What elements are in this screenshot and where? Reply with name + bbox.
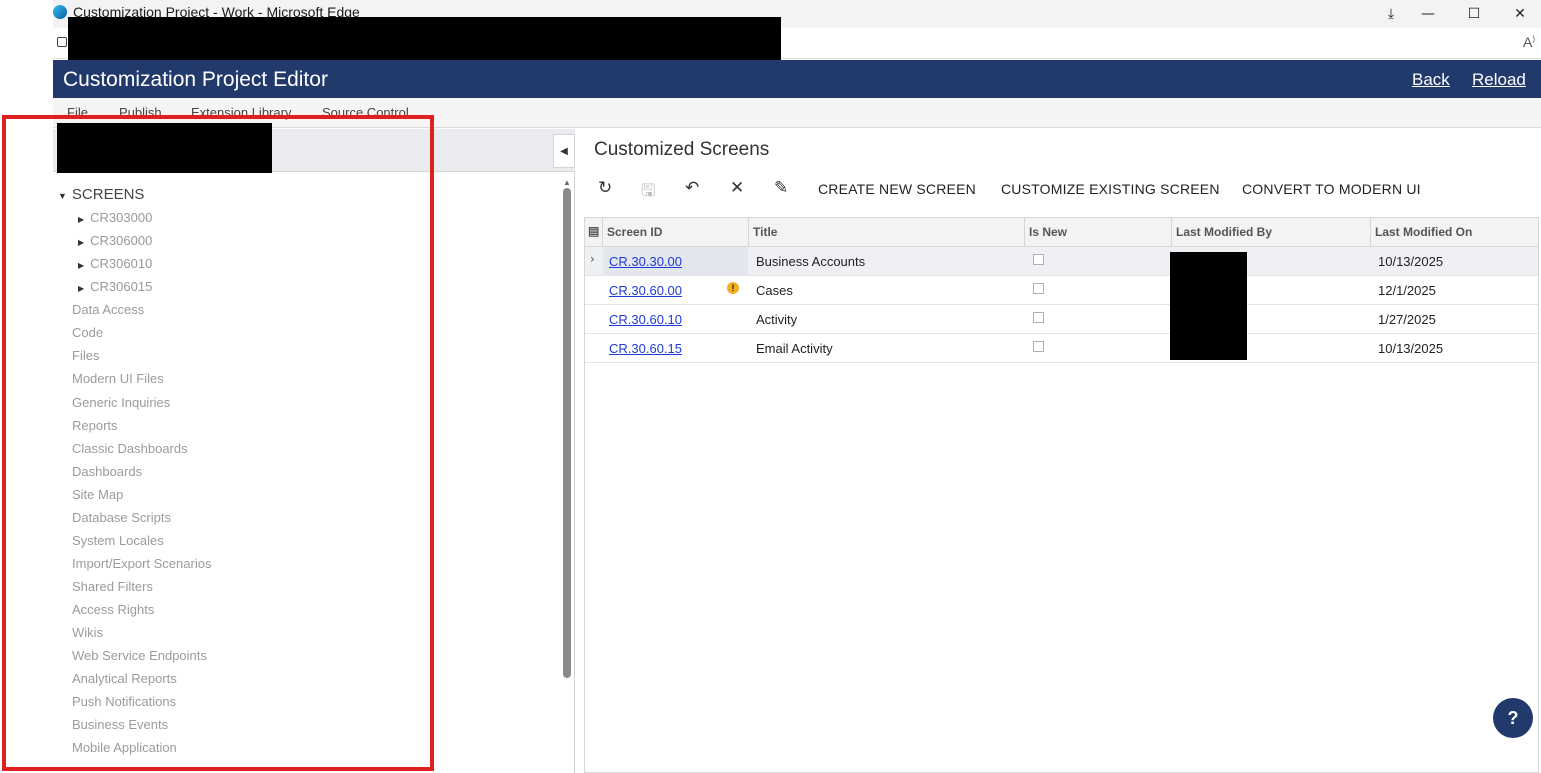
- tree-node-web-service-endpoints[interactable]: Web Service Endpoints: [72, 648, 207, 663]
- menu-file[interactable]: File: [67, 105, 88, 120]
- tree-node-access-rights[interactable]: Access Rights: [72, 602, 154, 617]
- tree-node-files[interactable]: Files: [72, 348, 99, 363]
- close-button[interactable]: ✕: [1497, 0, 1541, 28]
- column-header-last-modified-by[interactable]: Last Modified By: [1176, 225, 1272, 239]
- tree-node-code[interactable]: Code: [72, 325, 103, 340]
- redaction-bar: [57, 123, 272, 173]
- tree-node-database-scripts[interactable]: Database Scripts: [72, 510, 171, 525]
- is-new-checkbox[interactable]: [1033, 312, 1044, 323]
- edge-icon: [53, 5, 67, 19]
- is-new-checkbox[interactable]: [1033, 283, 1044, 294]
- lock-icon: [57, 37, 67, 47]
- tree-node-screen[interactable]: ▶ CR306010: [78, 256, 152, 271]
- screen-id-link[interactable]: CR.30.60.10: [609, 312, 682, 327]
- tree-node-site-map[interactable]: Site Map: [72, 487, 123, 502]
- is-new-checkbox[interactable]: [1033, 254, 1044, 265]
- screen-id-link[interactable]: CR.30.30.00: [609, 254, 682, 269]
- tree-node-classic-dashboards[interactable]: Classic Dashboards: [72, 441, 188, 456]
- convert-to-modern-ui-button[interactable]: CONVERT TO MODERN UI: [1242, 181, 1421, 197]
- row-selector-icon[interactable]: ›: [590, 252, 595, 266]
- last-modified-on: 1/27/2025: [1378, 312, 1436, 327]
- column-header-is-new[interactable]: Is New: [1029, 225, 1067, 239]
- table-row[interactable]: CR.30.60.15 Email Activity 10/13/2025: [585, 334, 1538, 363]
- is-new-checkbox[interactable]: [1033, 341, 1044, 352]
- tree-node-system-locales[interactable]: System Locales: [72, 533, 164, 548]
- table-row[interactable]: CR.30.60.00 ! Cases 12/1/2025: [585, 276, 1538, 305]
- tree-node-shared-filters[interactable]: Shared Filters: [72, 579, 153, 594]
- section-title: Customized Screens: [594, 139, 770, 160]
- delete-icon[interactable]: ✕: [730, 178, 744, 198]
- screen-title: Cases: [756, 283, 793, 298]
- undo-icon[interactable]: ↶: [685, 178, 699, 198]
- save-icon[interactable]: 🖫: [641, 178, 655, 207]
- caret-down-icon[interactable]: ▼: [58, 191, 67, 201]
- last-modified-on: 10/13/2025: [1378, 341, 1444, 356]
- table-row[interactable]: CR.30.60.10 Activity 1/27/2025: [585, 305, 1538, 334]
- scrollbar-thumb[interactable]: [563, 188, 571, 678]
- app-header: Customization Project Editor Back Reload: [53, 60, 1541, 98]
- edit-icon[interactable]: ✎: [774, 178, 788, 198]
- column-chooser-icon[interactable]: ▤: [588, 224, 599, 238]
- tree-node-mobile-application[interactable]: Mobile Application: [72, 740, 177, 755]
- grid-header: ▤ Screen ID Title Is New Last Modified B…: [585, 218, 1538, 247]
- table-row[interactable]: › CR.30.30.00 Business Accounts 10/13/20…: [585, 247, 1538, 276]
- last-modified-on: 10/13/2025: [1378, 254, 1444, 269]
- screen-title: Activity: [756, 312, 798, 327]
- tree-node-label: CR306000: [90, 233, 153, 248]
- menu-publish[interactable]: Publish: [119, 105, 162, 120]
- create-new-screen-button[interactable]: CREATE NEW SCREEN: [818, 181, 976, 197]
- reload-link[interactable]: Reload: [1472, 70, 1526, 90]
- tree-node-screens[interactable]: ▼ SCREENS: [58, 186, 144, 203]
- page-title: Customization Project Editor: [63, 68, 328, 91]
- tree-node-reports[interactable]: Reports: [72, 418, 118, 433]
- caret-right-icon[interactable]: ▶: [78, 238, 84, 247]
- redaction-bar: [1170, 252, 1247, 360]
- screen-title: Business Accounts: [756, 254, 866, 269]
- help-chat-button[interactable]: ?: [1493, 698, 1533, 738]
- warning-icon[interactable]: !: [727, 282, 739, 294]
- tree-node-import-export-scenarios[interactable]: Import/Export Scenarios: [72, 556, 211, 571]
- column-header-last-modified-on[interactable]: Last Modified On: [1375, 225, 1472, 239]
- last-modified-on: 12/1/2025: [1378, 283, 1436, 298]
- minimize-button[interactable]: —: [1405, 0, 1451, 28]
- tree-node-analytical-reports[interactable]: Analytical Reports: [72, 671, 177, 686]
- tree-node-label: CR303000: [90, 210, 153, 225]
- tree-node-business-events[interactable]: Business Events: [72, 717, 168, 732]
- tree-node-label: CR306010: [90, 256, 153, 271]
- menu-source-control[interactable]: Source Control: [322, 105, 409, 120]
- customized-screens-grid: ▤ Screen ID Title Is New Last Modified B…: [584, 217, 1539, 773]
- tree-node-push-notifications[interactable]: Push Notifications: [72, 694, 176, 709]
- screen-title: Email Activity: [756, 341, 833, 356]
- caret-right-icon[interactable]: ▶: [78, 261, 84, 270]
- menu-extension-library[interactable]: Extension Library: [191, 105, 291, 120]
- read-aloud-icon[interactable]: A): [1523, 34, 1535, 50]
- menu-bar: File Publish Extension Library Source Co…: [53, 98, 1541, 128]
- customize-existing-screen-button[interactable]: CUSTOMIZE EXISTING SCREEN: [1001, 181, 1220, 197]
- tree-node-label: CR306015: [90, 279, 153, 294]
- tree-node-screen[interactable]: ▶ CR306015: [78, 279, 152, 294]
- back-link[interactable]: Back: [1412, 70, 1450, 90]
- tree-scrollbar[interactable]: ▲: [563, 178, 571, 773]
- tree-node-wikis[interactable]: Wikis: [72, 625, 103, 640]
- screen-id-link[interactable]: CR.30.60.00: [609, 283, 682, 298]
- tree-node-data-access[interactable]: Data Access: [72, 302, 144, 317]
- project-tree-panel: ◀ ▼ SCREENS ▶ CR303000 ▶ CR306000 ▶ CR306010…: [53, 129, 575, 773]
- tree-node-generic-inquiries[interactable]: Generic Inquiries: [72, 395, 170, 410]
- caret-right-icon[interactable]: ▶: [78, 284, 84, 293]
- refresh-icon[interactable]: ↻: [598, 178, 612, 198]
- tree-node-dashboards[interactable]: Dashboards: [72, 464, 142, 479]
- screen-id-link[interactable]: CR.30.60.15: [609, 341, 682, 356]
- tree-node-screen[interactable]: ▶ CR303000: [78, 210, 152, 225]
- scroll-up-icon[interactable]: ▲: [563, 178, 571, 187]
- tree-node-modern-ui-files[interactable]: Modern UI Files: [72, 371, 164, 386]
- column-header-screen-id[interactable]: Screen ID: [607, 225, 662, 239]
- column-header-title[interactable]: Title: [753, 225, 777, 239]
- tree-node-screen[interactable]: ▶ CR306000: [78, 233, 152, 248]
- tree-node-label: SCREENS: [71, 186, 145, 203]
- maximize-button[interactable]: ☐: [1451, 0, 1497, 28]
- caret-right-icon[interactable]: ▶: [78, 215, 84, 224]
- main-content: Customized Screens ↻ 🖫 ↶ ✕ ✎ CREATE NEW …: [576, 129, 1541, 773]
- collapse-panel-button[interactable]: ◀: [553, 134, 575, 168]
